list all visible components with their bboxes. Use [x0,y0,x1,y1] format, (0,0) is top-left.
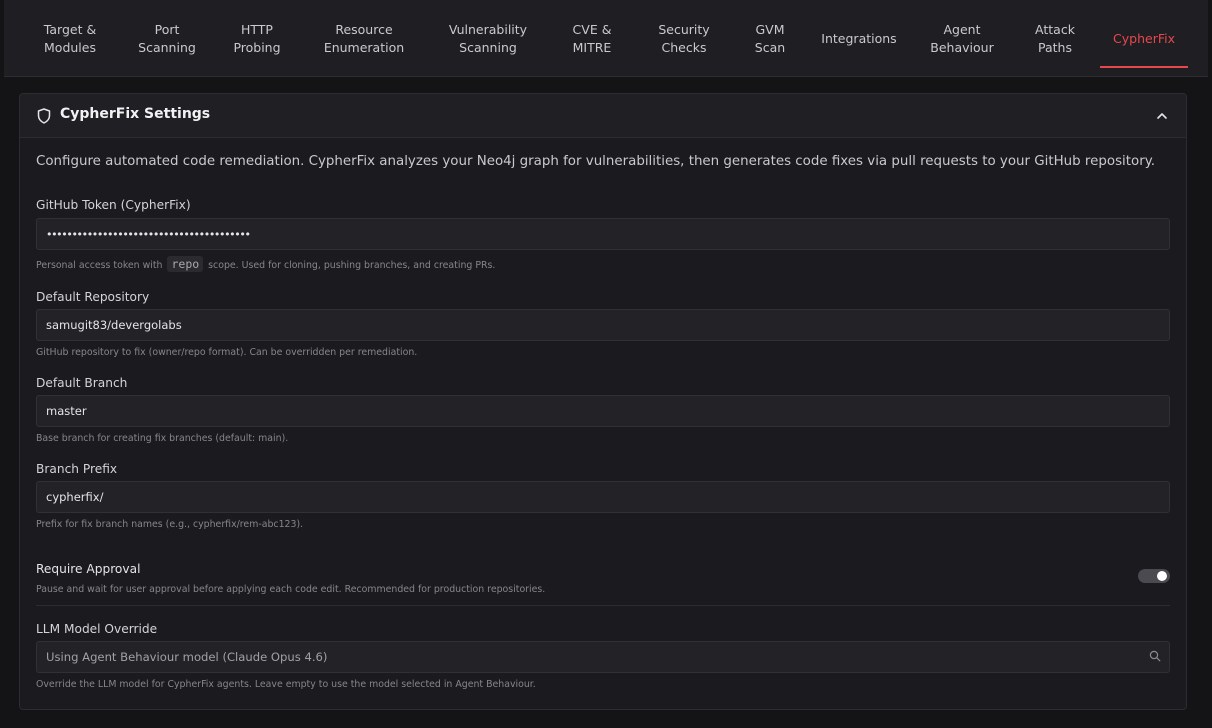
branch-prefix-input[interactable] [36,481,1170,513]
require-approval-help: Pause and wait for user approval before … [36,584,546,595]
default-branch-input[interactable] [36,395,1170,427]
llm-model-override-label: LLM Model Override [36,622,158,636]
card-description: Configure automated code remediation. Cy… [36,154,1155,169]
card-title: CypherFix Settings [60,106,211,122]
github-token-help-text-end: scope. Used for cloning, pushing branche… [208,260,496,271]
tab-cve-mitre[interactable]: CVE & MITRE [550,0,634,77]
shield-icon [37,108,51,124]
cypherfix-settings-card: CypherFix Settings Configure automated c… [19,93,1187,710]
llm-model-override-help: Override the LLM model for CypherFix age… [36,679,536,690]
tab-target-modules[interactable]: Target & Modules [18,0,122,77]
section-divider [36,605,1170,606]
settings-tab-bar: Target & Modules Port Scanning HTTP Prob… [4,0,1208,77]
repo-scope-code: repo [167,256,204,272]
github-token-label: GitHub Token (CypherFix) [36,198,191,212]
github-token-help: Personal access token with repo scope. U… [36,256,496,272]
tab-gvm-scan[interactable]: GVM Scan [734,0,806,77]
tab-attack-paths[interactable]: Attack Paths [1012,0,1098,77]
default-branch-label: Default Branch [36,376,128,390]
github-token-help-text: Personal access token with [36,260,163,271]
github-token-input[interactable] [36,218,1170,250]
search-icon [1149,650,1161,662]
branch-prefix-label: Branch Prefix [36,462,118,476]
tab-security-checks[interactable]: Security Checks [634,0,734,77]
tab-http-probing[interactable]: HTTP Probing [212,0,302,77]
default-repository-help: GitHub repository to fix (owner/repo for… [36,347,418,358]
branch-prefix-help: Prefix for fix branch names (e.g., cyphe… [36,519,304,530]
chevron-up-icon[interactable] [1154,108,1170,124]
default-repository-label: Default Repository [36,290,150,304]
tab-integrations[interactable]: Integrations [806,0,912,77]
tab-cypherfix[interactable]: CypherFix [1100,0,1188,77]
default-branch-help: Base branch for creating fix branches (d… [36,433,289,444]
tab-port-scanning[interactable]: Port Scanning [122,0,212,77]
tab-resource-enumeration[interactable]: Resource Enumeration [302,0,426,77]
require-approval-toggle[interactable] [1138,569,1170,583]
card-header[interactable]: CypherFix Settings [20,94,1186,138]
llm-model-override-input[interactable] [36,641,1170,673]
toggle-knob [1157,571,1167,581]
tab-vulnerability-scanning[interactable]: Vulnerability Scanning [426,0,550,77]
tab-agent-behaviour[interactable]: Agent Behaviour [912,0,1012,77]
require-approval-label: Require Approval [36,562,141,576]
default-repository-input[interactable] [36,309,1170,341]
